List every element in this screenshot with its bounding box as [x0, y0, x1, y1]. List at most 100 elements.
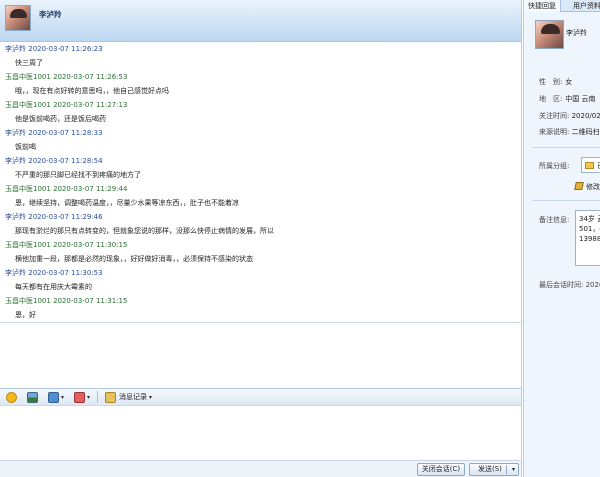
source-row: 来源说明: 二维码扫	[539, 127, 600, 137]
chevron-down-icon: ▾	[61, 393, 65, 401]
tab-user-info[interactable]: 用户资料	[569, 0, 600, 12]
gender-value: 女	[565, 78, 573, 86]
history-label: 消息记录	[119, 393, 148, 401]
message-meta: 玉昌中医1001 2020-03-07 11:26:53	[5, 72, 521, 83]
send-divider	[506, 465, 507, 474]
message-sender: 玉昌中医1001	[5, 101, 51, 109]
history-icon	[105, 391, 117, 403]
message-meta: 玉昌中医1001 2020-03-07 11:27:13	[5, 100, 521, 111]
message-list[interactable]: 李泸羚 2020-03-07 11:26:23 快三周了玉昌中医1001 2020…	[0, 44, 521, 320]
side-tabs: 快捷回复 用户资料	[524, 0, 600, 12]
message-text: 不严重的那只脚已经找不到疼痛的地方了	[15, 171, 141, 179]
image-icon	[27, 391, 38, 403]
message-text: 那现有淤烂的那只有点转变的，但就象您说的那样，没那么快停止病情的发展，所以	[15, 227, 274, 235]
chat-title: 李泸羚	[39, 10, 62, 19]
chevron-down-icon: ▾	[149, 393, 153, 401]
message-time: 2020-03-07 11:28:33	[28, 129, 103, 137]
pencil-icon	[574, 182, 584, 190]
edit-button[interactable]: 修改	[574, 182, 600, 192]
send-label: 发送(S)	[478, 465, 502, 473]
message-sender: 玉昌中医1001	[5, 297, 51, 305]
toolbar-divider	[97, 391, 99, 403]
region-value: 中国 云南	[565, 95, 596, 103]
send-button[interactable]: 发送(S) ▾	[469, 463, 519, 476]
emoji-button[interactable]	[3, 390, 20, 404]
message-time: 2020-03-07 11:26:23	[28, 45, 103, 53]
message-sender: 玉昌中医1001	[5, 241, 51, 249]
message-meta: 玉昌中医1001 2020-03-07 11:29:44	[5, 184, 521, 195]
message-meta: 李泸羚 2020-03-07 11:26:23	[5, 44, 521, 55]
message-time: 2020-03-07 11:29:46	[28, 213, 103, 221]
remark-label: 备注信息:	[539, 216, 570, 224]
message-sender: 李泸羚	[5, 45, 26, 53]
chat-header: 李泸羚	[0, 0, 521, 42]
message-sender: 李泸羚	[5, 269, 26, 277]
gift-icon	[74, 391, 86, 403]
image-button[interactable]	[24, 390, 41, 404]
chevron-down-icon[interactable]: ▾	[512, 464, 515, 475]
source-value: 二维码扫	[571, 128, 600, 136]
message-meta: 李泸羚 2020-03-07 11:30:53	[5, 268, 521, 279]
divider	[532, 147, 600, 148]
message-meta: 玉昌中医1001 2020-03-07 11:30:15	[5, 240, 521, 251]
history-button[interactable]: 消息记录 ▾	[102, 390, 155, 404]
gender-label: 性 别:	[539, 78, 563, 86]
message-sender: 李泸羚	[5, 129, 26, 137]
user-info-panel: 快捷回复 用户资料 李泸羚 性 别: 女 地 区: 中国 云南 关注时间: 20…	[523, 0, 600, 477]
source-label: 来源说明:	[539, 128, 570, 136]
close-chat-button[interactable]: 关闭会话(C)	[417, 463, 465, 476]
remark-field[interactable]: 34岁 云 501，4 139886	[575, 210, 600, 266]
message-sender: 玉昌中医1001	[5, 185, 51, 193]
message-time: 2020-03-07 11:30:15	[53, 241, 128, 249]
edit-label: 修改	[586, 183, 600, 191]
region-label: 地 区:	[539, 95, 563, 103]
folder-icon	[585, 162, 594, 169]
follow-time-row: 关注时间: 2020/02	[539, 111, 600, 121]
message-time: 2020-03-07 11:27:13	[53, 101, 128, 109]
follow-time-label: 关注时间:	[539, 112, 570, 120]
message-sender: 李泸羚	[5, 213, 26, 221]
follow-time-value: 2020/02	[571, 112, 600, 120]
message-sender: 李泸羚	[5, 157, 26, 165]
message-text: 快三周了	[15, 59, 43, 67]
screenshot-icon	[48, 391, 59, 403]
message-time: 2020-03-07 11:30:53	[28, 269, 103, 277]
message-meta: 李泸羚 2020-03-07 11:29:46	[5, 212, 521, 223]
message-meta: 李泸羚 2020-03-07 11:28:33	[5, 128, 521, 139]
message-text: 横他加重一段，那都是必然的现象，，好好做好消毒，，必须保持不感染的状态	[15, 255, 253, 263]
user-name: 李泸羚	[566, 29, 587, 37]
group-select[interactable]: 已成	[581, 157, 600, 173]
chat-panel: 李泸羚 李泸羚 2020-03-07 11:26:23 快三周了玉昌中医1001 …	[0, 0, 522, 477]
last-chat-label: 最后会话时间:	[539, 281, 584, 289]
app-window: 李泸羚 李泸羚 2020-03-07 11:26:23 快三周了玉昌中医1001 …	[0, 0, 600, 477]
message-time: 2020-03-07 11:28:54	[28, 157, 103, 165]
last-chat-row: 最后会话时间: 2020	[539, 280, 600, 290]
input-toolbar: ▾ ▾ 消息记录 ▾	[0, 388, 521, 406]
message-time: 2020-03-07 11:31:15	[53, 297, 128, 305]
message-text: 恩，继续坚持，调整喝药温度，，尽量少水果等凉东西，，肚子也不能着凉	[15, 199, 239, 207]
screenshot-button[interactable]: ▾	[45, 390, 67, 404]
message-text: 每天都有在用庆大霉素的	[15, 283, 92, 291]
divider	[532, 200, 600, 201]
avatar[interactable]	[5, 5, 31, 31]
bottom-bar: 关闭会话(C) 发送(S) ▾	[0, 460, 521, 477]
chevron-down-icon: ▾	[87, 393, 91, 401]
message-sender: 玉昌中医1001	[5, 73, 51, 81]
message-divider	[0, 322, 521, 323]
message-time: 2020-03-07 11:29:44	[53, 185, 128, 193]
message-meta: 李泸羚 2020-03-07 11:28:54	[5, 156, 521, 167]
tab-quick-reply[interactable]: 快捷回复	[524, 0, 561, 12]
message-text: 他是饭前喝药，还是饭后喝药	[15, 115, 106, 123]
gender-row: 性 别: 女	[539, 77, 572, 87]
emoji-icon	[6, 391, 17, 403]
message-time: 2020-03-07 11:26:53	[53, 73, 128, 81]
message-input[interactable]	[0, 407, 521, 460]
message-text: 饭前喝	[15, 143, 36, 151]
region-row: 地 区: 中国 云南	[539, 94, 595, 104]
message-meta: 玉昌中医1001 2020-03-07 11:31:15	[5, 296, 521, 307]
group-label: 所属分组:	[539, 162, 570, 170]
message-text: 哦，，现在有点好转的意思吗，，他自己感觉好点吗	[15, 87, 169, 95]
last-chat-value: 2020	[585, 281, 600, 289]
avatar	[535, 20, 564, 49]
gift-button[interactable]: ▾	[71, 390, 93, 404]
